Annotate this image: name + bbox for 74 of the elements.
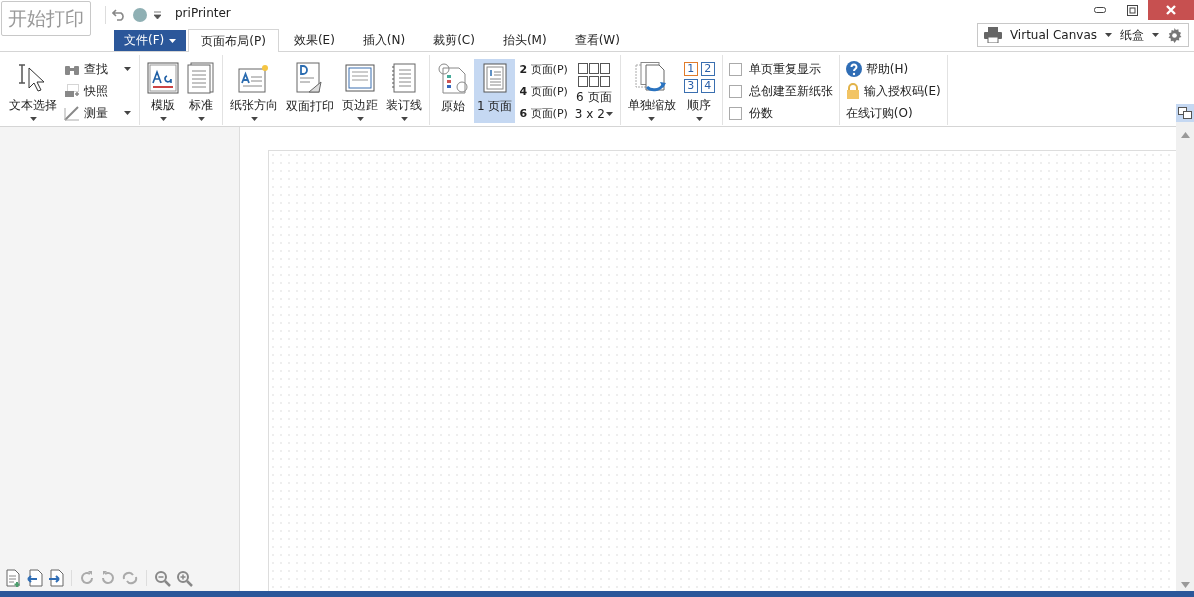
ribbon-button[interactable]: 双面打印 xyxy=(283,59,337,123)
caret-icon xyxy=(1152,33,1159,37)
six-page-grid-icon xyxy=(577,62,610,87)
ribbon-button[interactable]: 页边距 xyxy=(339,59,381,123)
ribbon-button[interactable]: 6 页面(P) xyxy=(517,103,570,123)
page-orientation-icon xyxy=(238,62,270,93)
rotate-clockwise-icon[interactable] xyxy=(79,570,95,586)
caret-icon xyxy=(1105,33,1112,37)
camera-icon xyxy=(64,84,80,98)
checkbox-label: 单页重复显示 xyxy=(748,60,821,78)
settings-icon[interactable] xyxy=(1167,27,1182,43)
document-icon xyxy=(187,61,215,94)
ribbon-tab[interactable]: 裁剪(C) xyxy=(420,29,488,51)
checkbox[interactable] xyxy=(728,106,742,120)
duplex-page-icon xyxy=(295,62,325,94)
ribbon-button[interactable]: 模版 xyxy=(144,59,182,123)
ribbon-button[interactable]: 1 页面 xyxy=(474,59,516,123)
rotate-both-icon[interactable] xyxy=(121,570,139,586)
ribbon-button[interactable]: 输入授权码(E) xyxy=(843,81,943,101)
padlock-icon xyxy=(845,83,860,99)
page-arrow-right-icon[interactable] xyxy=(48,569,64,587)
ribbon-button[interactable]: 6 页面 3 x 2 xyxy=(571,59,616,123)
pages-scale-icon xyxy=(634,61,669,94)
close-icon[interactable] xyxy=(1148,0,1194,20)
window-title: priPrinter xyxy=(175,6,231,20)
vertical-scrollbar[interactable] xyxy=(1176,104,1194,591)
checkbox[interactable] xyxy=(728,84,742,98)
ribbon-button[interactable]: 4 页面(P) xyxy=(517,81,570,101)
caret-icon xyxy=(605,112,613,116)
ribbon-tab[interactable]: 插入(N) xyxy=(349,29,419,51)
printer-selector[interactable]: Virtual Canvas 纸盒 xyxy=(976,23,1189,47)
checkbox[interactable] xyxy=(728,62,742,76)
template-icon xyxy=(147,61,179,94)
scroll-down-icon[interactable] xyxy=(1180,582,1190,588)
scroll-up-icon[interactable] xyxy=(1180,132,1190,138)
view-toggle-icon[interactable] xyxy=(1176,104,1194,122)
ribbon-button[interactable]: 装订线 xyxy=(383,59,425,123)
page-arrow-left-icon[interactable] xyxy=(27,569,43,587)
ribbon-button[interactable]: 纸张方向 xyxy=(227,59,281,123)
customize-icon[interactable] xyxy=(154,11,161,19)
paper-tray-label: 纸盒 xyxy=(1120,26,1144,44)
zoom-in-icon[interactable] xyxy=(176,569,193,587)
ribbon-tab[interactable]: 页面布局(P) xyxy=(188,29,279,52)
zoom-out-icon[interactable] xyxy=(154,569,171,587)
original-size-icon xyxy=(437,62,469,94)
single-page-icon xyxy=(482,63,507,93)
undo-icon[interactable] xyxy=(112,9,126,21)
binding-page-icon xyxy=(391,62,417,93)
ribbon-button[interactable]: 1 2 3 4 顺序 xyxy=(680,59,718,123)
printer-name: Virtual Canvas xyxy=(1009,28,1097,42)
rotate-counterclockwise-icon[interactable] xyxy=(100,570,116,586)
ribbon-button[interactable]: 查找 xyxy=(62,59,133,79)
ribbon-button[interactable]: 快照 xyxy=(62,81,133,101)
new-page-icon[interactable] xyxy=(6,569,22,587)
caret-icon xyxy=(169,38,177,43)
ribbon-button[interactable]: 标准 xyxy=(184,59,218,123)
circle-icon[interactable] xyxy=(132,7,148,23)
order-online-link[interactable]: 在线订购(O) xyxy=(843,103,943,123)
ribbon-tab[interactable]: 效果(E) xyxy=(280,29,348,51)
ribbon-button[interactable]: 2 页面(P) xyxy=(517,59,570,79)
ribbon-button[interactable]: 原始 xyxy=(434,59,472,123)
file-menu-button[interactable]: 文件(F) xyxy=(114,30,187,51)
ribbon-button[interactable]: 单独缩放 xyxy=(624,59,679,123)
ribbon-tab[interactable]: 查看(W) xyxy=(561,29,633,51)
ruler-icon xyxy=(64,105,80,121)
printer-icon xyxy=(983,27,1002,43)
checkbox-label: 总创建至新纸张 xyxy=(748,82,833,100)
ribbon-button[interactable]: 测量 xyxy=(62,103,133,123)
ribbon-button[interactable]: 文本选择 xyxy=(6,59,60,123)
page-margins-icon xyxy=(345,63,375,92)
help-icon xyxy=(845,61,862,77)
checkbox-label: 份数 xyxy=(748,104,773,122)
ribbon-tab[interactable]: 抬头(M) xyxy=(489,29,560,51)
ribbon-button[interactable]: 帮助(H) xyxy=(843,59,943,79)
